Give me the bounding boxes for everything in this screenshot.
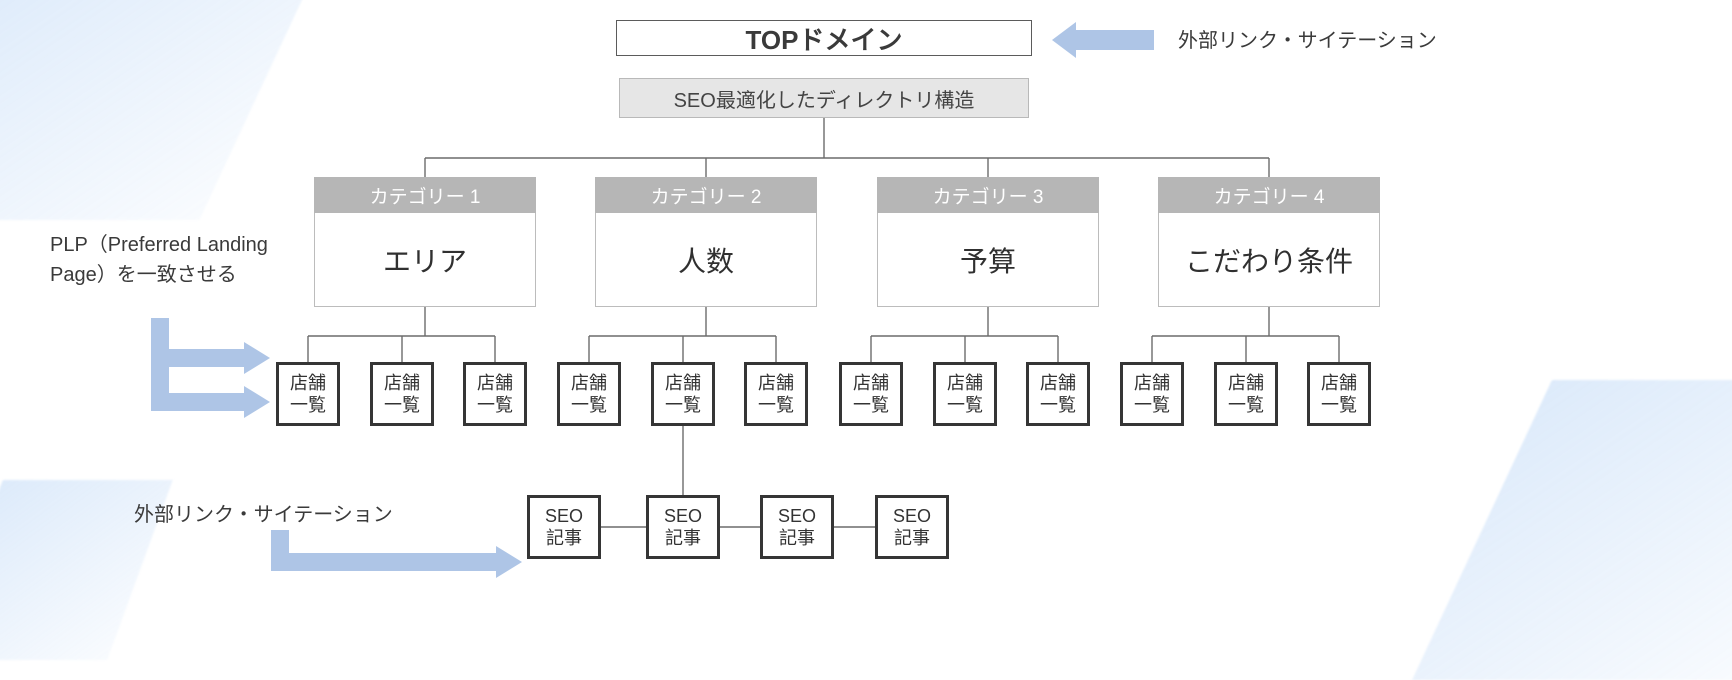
seo-article-box: SEO記事: [646, 495, 720, 559]
category-4-body: こだわり条件: [1158, 213, 1380, 307]
annotation-plp: PLP（Preferred Landing Page）を一致させる: [50, 230, 280, 290]
bent-arrow-seo-icon: [262, 530, 522, 600]
store-list-box: 店舗一覧: [1026, 362, 1090, 426]
seo-article-box: SEO記事: [875, 495, 949, 559]
directory-structure-label: SEO最適化したディレクトリ構造: [674, 84, 975, 113]
store-list-box: 店舗一覧: [744, 362, 808, 426]
store-list-box: 店舗一覧: [651, 362, 715, 426]
seo-article-box: SEO記事: [527, 495, 601, 559]
category-4-header: カテゴリー 4: [1158, 177, 1380, 213]
category-2-body: 人数: [595, 213, 817, 307]
annotation-external-link-top: 外部リンク・サイテーション: [1178, 26, 1437, 56]
bent-arrow-plp-2-icon: [140, 362, 270, 452]
category-4: カテゴリー 4 こだわり条件: [1158, 177, 1380, 307]
category-3-body: 予算: [877, 213, 1099, 307]
store-list-box: 店舗一覧: [839, 362, 903, 426]
store-list-box: 店舗一覧: [1307, 362, 1371, 426]
category-3-header: カテゴリー 3: [877, 177, 1099, 213]
store-list-box: 店舗一覧: [1120, 362, 1184, 426]
top-domain-box: TOPドメイン: [616, 20, 1032, 56]
store-list-box: 店舗一覧: [933, 362, 997, 426]
store-list-box: 店舗一覧: [557, 362, 621, 426]
category-1-header: カテゴリー 1: [314, 177, 536, 213]
seo-article-box: SEO記事: [760, 495, 834, 559]
top-domain-label: TOPドメイン: [746, 20, 903, 57]
category-1: カテゴリー 1 エリア: [314, 177, 536, 307]
store-list-box: 店舗一覧: [1214, 362, 1278, 426]
store-list-box: 店舗一覧: [276, 362, 340, 426]
category-1-body: エリア: [314, 213, 536, 307]
annotation-external-link-bottom: 外部リンク・サイテーション: [134, 500, 393, 530]
arrow-to-top-domain-icon: [1052, 22, 1154, 58]
category-3: カテゴリー 3 予算: [877, 177, 1099, 307]
store-list-box: 店舗一覧: [463, 362, 527, 426]
directory-structure-box: SEO最適化したディレクトリ構造: [619, 78, 1029, 118]
store-list-box: 店舗一覧: [370, 362, 434, 426]
category-2: カテゴリー 2 人数: [595, 177, 817, 307]
category-2-header: カテゴリー 2: [595, 177, 817, 213]
